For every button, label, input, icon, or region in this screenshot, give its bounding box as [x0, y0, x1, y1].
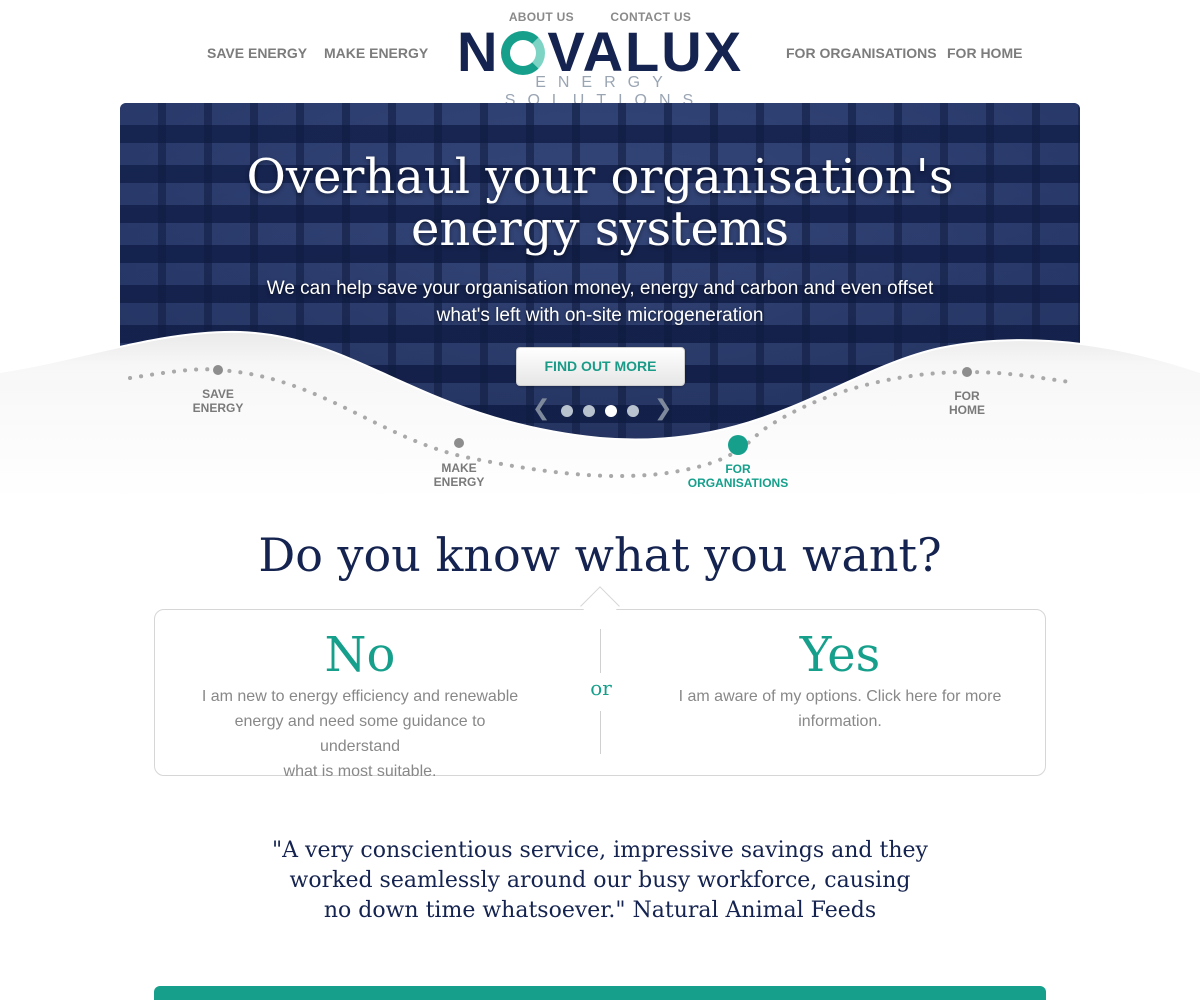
testimonial-line: no down time whatsoever." Natural Animal… — [323, 898, 877, 923]
choice-box: No I am new to energy efficiency and ren… — [154, 609, 1046, 780]
nav-make-energy[interactable]: MAKE ENERGY — [324, 45, 428, 61]
testimonial-line: worked seamlessly around our busy workfo… — [289, 868, 911, 893]
wave-label-line: ENERGY — [433, 475, 485, 489]
slider-dots — [561, 405, 639, 417]
wave-label-line: FOR — [725, 462, 751, 476]
wave-label-line: FOR — [954, 389, 980, 403]
choice-divider-top — [600, 629, 601, 673]
choice-no[interactable]: No I am new to energy efficiency and ren… — [195, 626, 525, 784]
hero-title: Overhaul your organisation's energy syst… — [120, 151, 1080, 255]
wave-label-line: HOME — [949, 403, 985, 417]
wave-label-line: ENERGY — [192, 401, 244, 415]
slider-dot-4[interactable] — [627, 405, 639, 417]
testimonial-quote: "A very conscientious service, impressiv… — [220, 836, 980, 926]
slider-dot-1[interactable] — [561, 405, 573, 417]
wave-label-line: MAKE — [441, 461, 477, 475]
hero-subtitle-line2: what's left with on-site microgeneration — [436, 305, 764, 326]
choice-text-line: information. — [798, 713, 882, 730]
nav-save-energy[interactable]: SAVE ENERGY — [207, 45, 307, 61]
choice-text-line: I am new to energy efficiency and renewa… — [201, 688, 519, 705]
find-out-more-button[interactable]: FIND OUT MORE — [516, 347, 685, 386]
wave-label-make-energy[interactable]: MAKE ENERGY — [389, 461, 529, 489]
novalux-logo[interactable]: N VALUX ENERGY SOLUTIONS — [448, 20, 752, 110]
wave-label-line: SAVE — [202, 387, 234, 401]
choice-yes-title: Yes — [799, 627, 881, 683]
wave-label-for-home[interactable]: FOR HOME — [897, 389, 1037, 417]
slider-dot-3[interactable] — [605, 405, 617, 417]
nav-for-home[interactable]: FOR HOME — [947, 45, 1022, 61]
choice-no-title: No — [324, 627, 396, 683]
chevron-right-icon[interactable]: ❯ — [654, 398, 672, 420]
or-label: or — [590, 676, 612, 700]
choice-text-line: what is most suitable. — [283, 763, 437, 780]
testimonial-line: "A very conscientious service, impressiv… — [272, 838, 928, 863]
hero-subtitle-line1: We can help save your organisation money… — [266, 278, 934, 299]
wave-label-line: ORGANISATIONS — [687, 476, 789, 490]
wave-label-save-energy[interactable]: SAVE ENERGY — [148, 387, 288, 415]
choice-divider-bottom — [600, 711, 601, 754]
logo-wordmark: N VALUX — [456, 20, 744, 83]
choice-yes-text: I am aware of my options. Click here for… — [675, 684, 1005, 734]
bottom-teal-band — [154, 986, 1046, 1000]
wave-point-save-energy[interactable] — [213, 365, 223, 375]
nav-for-organisations[interactable]: FOR ORGANISATIONS — [786, 45, 937, 61]
wave-point-for-organisations[interactable] — [728, 435, 748, 455]
hero-title-line2: energy systems — [411, 201, 789, 257]
chevron-left-icon[interactable]: ❮ — [532, 398, 550, 420]
choice-no-text: I am new to energy efficiency and renewa… — [195, 684, 525, 784]
question-heading: Do you know what you want? — [258, 528, 942, 582]
choice-text-line: I am aware of my options. Click here for… — [678, 688, 1002, 705]
slider-dot-2[interactable] — [583, 405, 595, 417]
hero-subtitle: We can help save your organisation money… — [240, 275, 960, 329]
choice-text-line: energy and need some guidance to underst… — [234, 713, 486, 755]
logo-ring-icon — [501, 31, 546, 75]
hero-title-line1: Overhaul your organisation's — [246, 149, 954, 205]
wave-label-for-organisations[interactable]: FOR ORGANISATIONS — [668, 462, 808, 490]
choice-yes[interactable]: Yes I am aware of my options. Click here… — [675, 626, 1005, 734]
wave-point-make-energy[interactable] — [454, 438, 464, 448]
wave-point-for-home[interactable] — [962, 367, 972, 377]
